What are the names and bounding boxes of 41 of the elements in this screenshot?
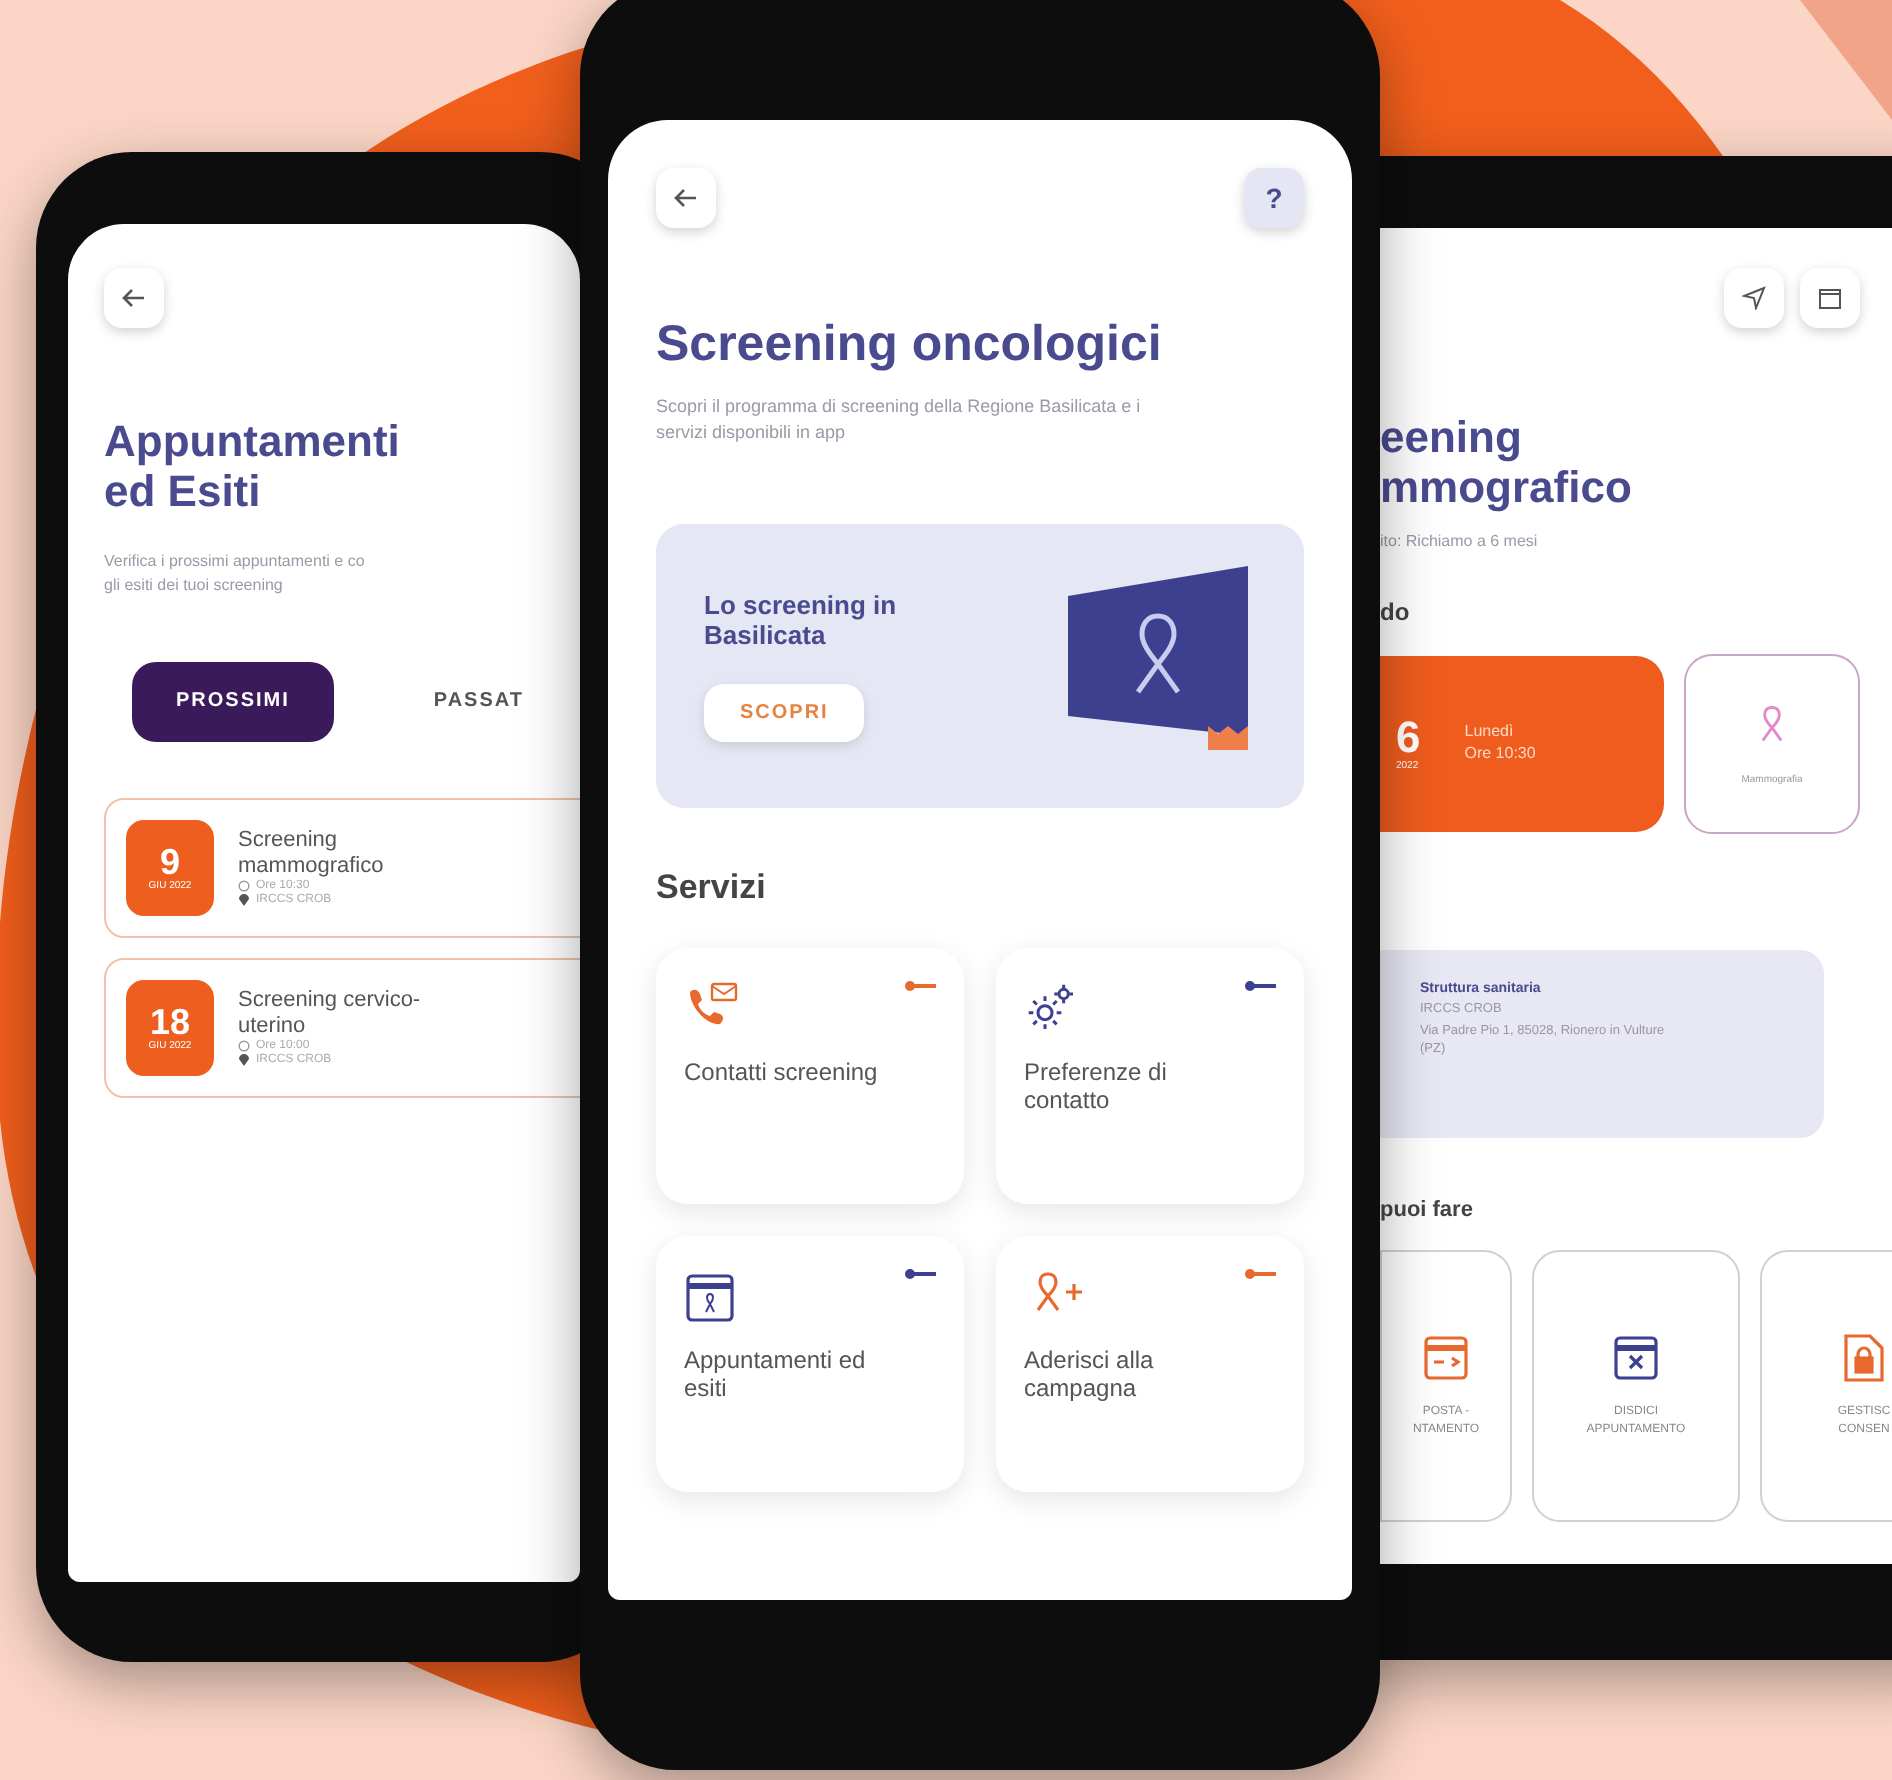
- back-arrow-icon: [122, 288, 146, 308]
- screen-title: Screening oncologici: [656, 316, 1164, 374]
- banner-title: Lo screening in Basilicata: [704, 589, 899, 652]
- screen-title: mmografico: [1380, 462, 1634, 514]
- section-heading: do: [1380, 597, 1412, 626]
- back-button[interactable]: [104, 268, 164, 328]
- screen-title: Appuntamenti ed Esiti: [104, 416, 402, 518]
- calendar-icon: [1818, 286, 1842, 310]
- tab[interactable]: PROSSIMI: [132, 661, 334, 742]
- screen-title: eening: [1380, 412, 1524, 463]
- back-arrow-icon: [674, 188, 698, 208]
- clock-icon: [238, 1040, 250, 1053]
- clock-icon: [238, 880, 250, 893]
- location-pin-icon: [238, 1052, 250, 1067]
- screen-subtitle: gli esiti dei tuoi screening: [104, 573, 285, 598]
- screen-subtitle: Scopri il programma di screening della Regione Basilicata e i servizi disponibili in app: [656, 393, 1143, 447]
- document-lock-icon: [1842, 1332, 1886, 1385]
- appointment-title: Screening mammografico: [238, 827, 386, 879]
- service-label: Preferenze di contatto: [1024, 1059, 1169, 1115]
- calendar-button[interactable]: [1800, 268, 1860, 328]
- section-heading: Servizi: [656, 867, 768, 908]
- section-heading: puoi fare: [1380, 1197, 1475, 1222]
- appointment-title: Screening cervico-uterino: [238, 987, 422, 1039]
- directions-button[interactable]: [1724, 268, 1784, 328]
- navigation-arrow-icon: [1742, 286, 1766, 310]
- calendar-arrows-icon: [1422, 1332, 1470, 1385]
- service-tile[interactable]: Appuntamenti ed esiti: [656, 1235, 964, 1492]
- service-tile[interactable]: Preferenze di contatto: [996, 947, 1304, 1204]
- help-button[interactable]: ?: [1244, 168, 1304, 228]
- service-tile[interactable]: Aderisci alla campagna: [996, 1235, 1304, 1492]
- service-label: Contatti screening: [684, 1059, 880, 1088]
- location-pin-icon: [238, 892, 250, 907]
- service-label: Appuntamenti ed esiti: [684, 1347, 868, 1403]
- screen-subtitle: ito: Richiamo a 6 mesi: [1380, 529, 1540, 554]
- tab[interactable]: PASSAT: [433, 661, 524, 742]
- service-label: Aderisci alla campagna: [1024, 1347, 1156, 1403]
- service-tile[interactable]: Contatti screening: [656, 947, 964, 1204]
- corner-triangle: [1800, 0, 1892, 120]
- calendar-x-icon: [1612, 1332, 1660, 1385]
- screen-subtitle: Verifica i prossimi appuntamenti e co: [104, 549, 367, 574]
- back-button[interactable]: [656, 168, 716, 228]
